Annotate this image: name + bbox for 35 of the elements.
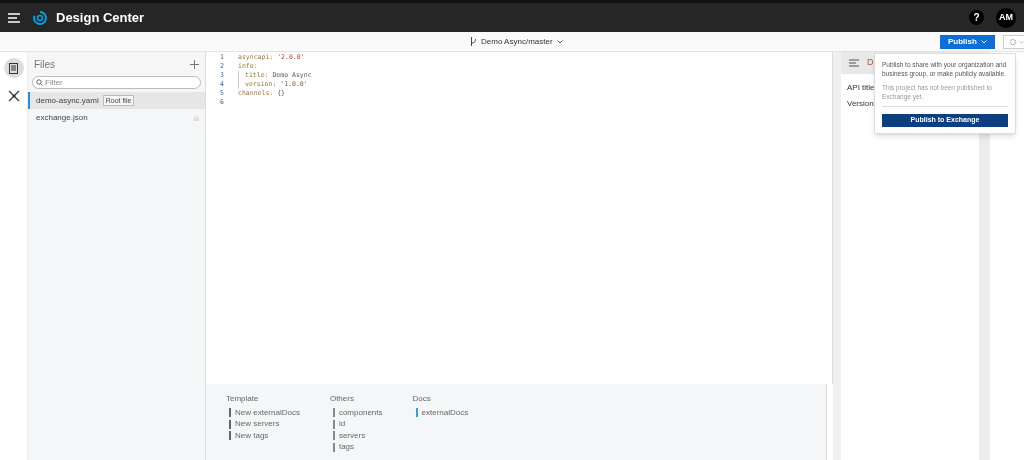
- panel-title: Files: [34, 57, 56, 72]
- branch-selector[interactable]: Demo Async/master: [481, 35, 553, 48]
- chevron-icon: [1019, 40, 1024, 44]
- chevron-icon: [556, 39, 563, 44]
- user-avatar[interactable]: AM: [996, 7, 1016, 28]
- field-label: Version:: [847, 98, 876, 110]
- filter-field[interactable]: Filter: [32, 76, 201, 89]
- panel-title: D: [867, 56, 874, 70]
- add-icon[interactable]: [190, 59, 199, 69]
- palette-item[interactable]: components: [338, 406, 383, 419]
- logo-icon: [32, 9, 48, 26]
- palette-item[interactable]: New servers: [235, 418, 280, 431]
- rail-tab[interactable]: [3, 58, 24, 78]
- palette-item[interactable]: id: [338, 418, 346, 431]
- palette-item[interactable]: tags: [338, 441, 355, 454]
- palette-item[interactable]: externalDocs: [421, 406, 469, 419]
- palette-item[interactable]: New tags: [235, 429, 269, 442]
- field-label: API title: [847, 82, 875, 94]
- publish-button[interactable]: Publish: [940, 35, 995, 49]
- palette-heading: Docs: [412, 393, 432, 405]
- help-button[interactable]: ?: [969, 10, 984, 25]
- palette-heading: Template: [226, 393, 260, 405]
- branch-icon: [470, 37, 477, 46]
- settings-icon: [1009, 38, 1018, 46]
- file-item[interactable]: exchange.json: [28, 109, 205, 126]
- palette-heading: Others: [329, 393, 355, 405]
- file-name: exchange.json: [36, 111, 88, 124]
- palette-item[interactable]: servers: [338, 429, 366, 442]
- chevron-icon: [980, 40, 987, 44]
- document-icon: [9, 62, 18, 74]
- nodes-icon: [7, 90, 20, 102]
- search-icon: [36, 79, 43, 86]
- app-title: Design Center: [56, 8, 145, 27]
- file-name: demo-async.yaml: [36, 94, 99, 107]
- palette-item[interactable]: New externalDocs: [235, 406, 300, 419]
